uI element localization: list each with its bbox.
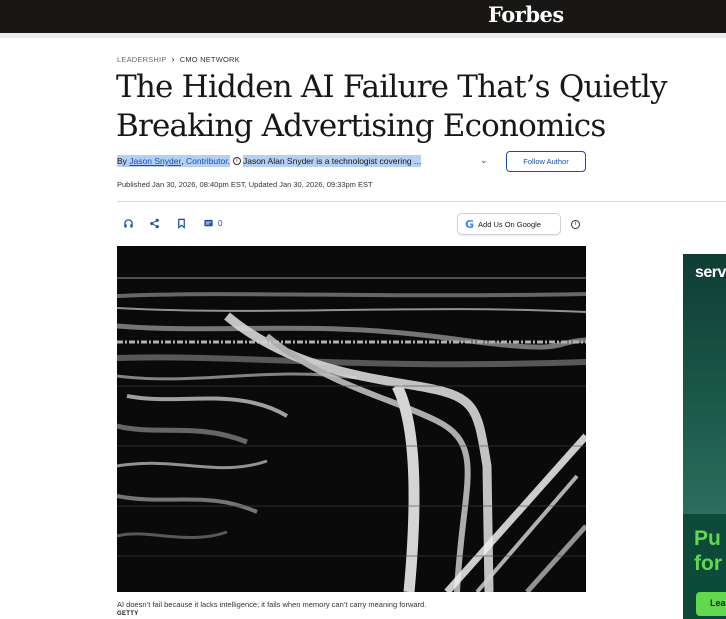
byline-prefix: By [117, 155, 127, 167]
google-icon: G [465, 217, 475, 231]
ad-cta-button[interactable]: Lea [696, 592, 726, 616]
author-link[interactable]: Jason Snyder [129, 155, 182, 167]
follow-author-button[interactable]: Follow Author [506, 151, 586, 172]
chevron-down-icon[interactable]: ⌄ [480, 155, 488, 166]
breadcrumb-subsection[interactable]: CMO NETWORK [180, 55, 240, 64]
author-role: Contributor. [186, 155, 230, 167]
google-button-label: Add Us On Google [478, 219, 541, 229]
sidebar-advertisement[interactable]: serv Pu for Lea [683, 254, 726, 619]
hero-image [117, 246, 586, 592]
divider [117, 201, 726, 202]
comment-icon[interactable] [202, 218, 214, 230]
headphones-icon[interactable] [122, 218, 134, 230]
article-title: The Hidden AI Failure That’s Quietly Bre… [116, 69, 668, 144]
author-bio: Jason Alan Snyder is a technologist cove… [242, 155, 422, 167]
header-divider [0, 33, 726, 38]
add-us-on-google-button[interactable]: G Add Us On Google [457, 213, 561, 235]
comment-count[interactable]: 0 [218, 219, 222, 228]
ad-image [683, 254, 726, 514]
bookmark-icon[interactable] [175, 218, 187, 230]
publish-dateline: Published Jan 30, 2026, 08:40pm EST, Upd… [117, 180, 373, 189]
top-navigation-bar: Forbes [0, 0, 726, 33]
chevron-right-icon: › [171, 54, 175, 64]
info-icon[interactable]: i [232, 157, 241, 165]
image-caption: AI doesn’t fail because it lacks intelli… [117, 600, 427, 609]
byline: By Jason Snyder , Contributor. i Jason A… [117, 155, 422, 167]
forbes-logo[interactable]: Forbes [488, 2, 564, 27]
image-credit: GETTY [117, 611, 139, 617]
ad-headline: Pu for [694, 526, 722, 576]
ad-brand: serv [695, 264, 726, 281]
breadcrumb: LEADERSHIP › CMO NETWORK [117, 54, 240, 64]
ad-headline-line2: for [694, 552, 722, 575]
share-icon[interactable] [148, 218, 160, 230]
breadcrumb-section[interactable]: LEADERSHIP [117, 55, 167, 64]
info-icon[interactable]: i [571, 220, 580, 229]
ad-headline-line1: Pu [694, 527, 721, 550]
